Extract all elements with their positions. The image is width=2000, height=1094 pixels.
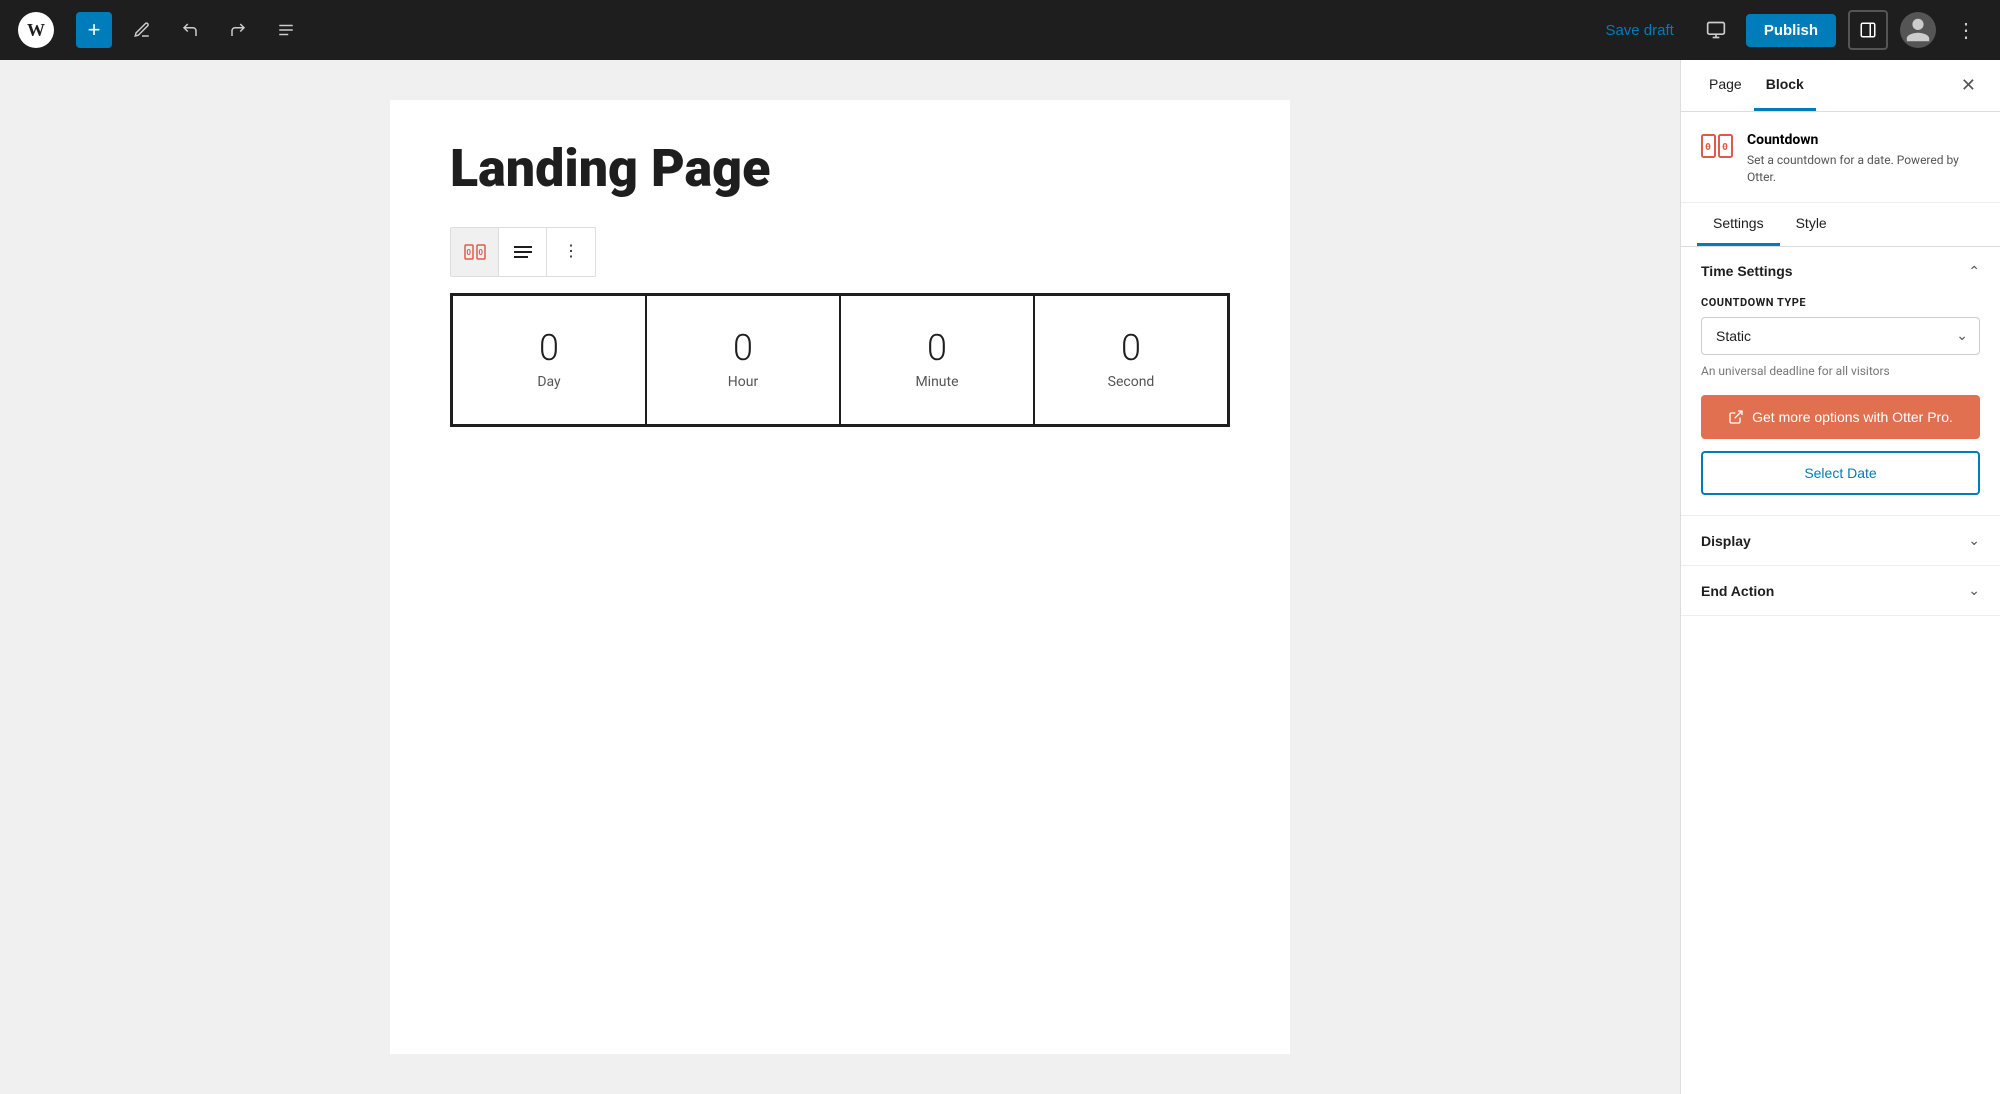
day-number: 0 xyxy=(539,330,559,366)
editor-area: Landing Page 0 0 xyxy=(0,60,1680,1094)
display-section: Display ⌄ xyxy=(1681,516,2000,566)
minute-label: Minute xyxy=(915,374,958,390)
save-draft-button[interactable]: Save draft xyxy=(1593,14,1685,47)
undo-button[interactable] xyxy=(172,12,208,48)
time-settings-toggle[interactable]: Time Settings ⌃ xyxy=(1681,247,2000,296)
otter-pro-label: Get more options with Otter Pro. xyxy=(1752,409,1953,425)
countdown-block[interactable]: 0 Day 0 Hour 0 Minute 0 Second xyxy=(450,293,1230,427)
countdown-hint: An universal deadline for all visitors xyxy=(1701,363,1980,380)
block-name: Countdown xyxy=(1747,132,1980,148)
svg-text:0: 0 xyxy=(1705,142,1711,153)
list-view-button[interactable] xyxy=(268,12,304,48)
end-action-section: End Action ⌄ xyxy=(1681,566,2000,616)
page-title: Landing Page xyxy=(450,140,1230,197)
sidebar-tab-bar: Page Block ✕ xyxy=(1681,60,2000,112)
chevron-down-icon: ⌄ xyxy=(1968,532,1980,549)
settings-tab-bar: Settings Style xyxy=(1681,203,2000,247)
undo-icon xyxy=(181,21,199,39)
topbar: W + Save draft xyxy=(0,0,2000,60)
otter-pro-button[interactable]: Get more options with Otter Pro. xyxy=(1701,395,1980,439)
user-avatar[interactable] xyxy=(1900,12,1936,48)
countdown-small-icon: 0 0 xyxy=(464,244,486,260)
time-settings-section: Time Settings ⌃ COUNTDOWN TYPE Static Ev… xyxy=(1681,247,2000,517)
select-date-button[interactable]: Select Date xyxy=(1701,451,1980,495)
minute-number: 0 xyxy=(927,330,947,366)
redo-icon xyxy=(229,21,247,39)
tab-settings[interactable]: Settings xyxy=(1697,203,1780,246)
end-action-toggle[interactable]: End Action ⌄ xyxy=(1681,566,2000,615)
redo-button[interactable] xyxy=(220,12,256,48)
wp-logo-text: W xyxy=(27,20,45,41)
sidebar-icon xyxy=(1859,21,1877,39)
list-icon xyxy=(277,21,295,39)
svg-text:0: 0 xyxy=(466,248,471,257)
end-action-label: End Action xyxy=(1701,583,1774,599)
tab-style[interactable]: Style xyxy=(1780,203,1843,246)
external-link-icon xyxy=(1728,409,1744,425)
edit-pen-button[interactable] xyxy=(124,12,160,48)
plus-icon: + xyxy=(88,19,101,41)
sidebar-close-button[interactable]: ✕ xyxy=(1953,71,1984,100)
display-toggle[interactable]: Display ⌄ xyxy=(1681,516,2000,565)
countdown-minute-item: 0 Minute xyxy=(840,295,1034,425)
svg-text:0: 0 xyxy=(478,248,483,257)
sidebar: Page Block ✕ 0 0 Countdown Set a countdo… xyxy=(1680,60,2000,1094)
countdown-type-label: COUNTDOWN TYPE xyxy=(1701,296,1980,309)
countdown-block-icon: 0 0 xyxy=(1701,134,1733,158)
publish-button[interactable]: Publish xyxy=(1746,14,1836,47)
align-button[interactable] xyxy=(499,228,547,276)
block-description: Set a countdown for a date. Powered by O… xyxy=(1747,152,1980,186)
monitor-icon xyxy=(1706,20,1726,40)
sidebar-body: 0 0 Countdown Set a countdown for a date… xyxy=(1681,112,2000,1094)
editor-content: Landing Page 0 0 xyxy=(390,100,1290,1054)
add-block-button[interactable]: + xyxy=(76,12,112,48)
sidebar-toggle-button[interactable] xyxy=(1848,10,1888,50)
countdown-block-type-button[interactable]: 0 0 xyxy=(451,228,499,276)
select-date-label: Select Date xyxy=(1804,465,1876,481)
second-number: 0 xyxy=(1121,330,1141,366)
main-layout: Landing Page 0 0 xyxy=(0,60,2000,1094)
hour-label: Hour xyxy=(728,374,758,390)
countdown-hour-item: 0 Hour xyxy=(646,295,840,425)
block-info-text: Countdown Set a countdown for a date. Po… xyxy=(1747,132,1980,186)
chevron-up-icon: ⌃ xyxy=(1968,263,1980,280)
countdown-second-item: 0 Second xyxy=(1034,295,1228,425)
block-toolbar: 0 0 ⋮ xyxy=(450,227,596,277)
more-block-options-button[interactable]: ⋮ xyxy=(547,228,595,276)
wp-logo[interactable]: W xyxy=(16,10,56,50)
hour-number: 0 xyxy=(733,330,753,366)
vertical-dots-icon: ⋮ xyxy=(563,244,579,260)
block-info: 0 0 Countdown Set a countdown for a date… xyxy=(1681,112,2000,203)
more-options-button[interactable]: ⋮ xyxy=(1948,14,1984,47)
chevron-down-icon-2: ⌄ xyxy=(1968,582,1980,599)
pen-icon xyxy=(133,21,151,39)
display-label: Display xyxy=(1701,533,1751,549)
align-icon xyxy=(514,245,532,259)
second-label: Second xyxy=(1108,374,1155,390)
preview-button[interactable] xyxy=(1698,12,1734,48)
countdown-type-wrapper: Static Evergreen ⌄ xyxy=(1701,317,1980,355)
time-settings-label: Time Settings xyxy=(1701,263,1793,279)
svg-text:0: 0 xyxy=(1722,142,1728,153)
countdown-type-select[interactable]: Static Evergreen xyxy=(1701,317,1980,355)
day-label: Day xyxy=(537,374,560,390)
countdown-day-item: 0 Day xyxy=(452,295,646,425)
tab-block[interactable]: Block xyxy=(1754,60,1816,111)
time-settings-body: COUNTDOWN TYPE Static Evergreen ⌄ An uni… xyxy=(1681,296,2000,516)
avatar-icon xyxy=(1904,16,1932,44)
tab-page[interactable]: Page xyxy=(1697,60,1754,111)
